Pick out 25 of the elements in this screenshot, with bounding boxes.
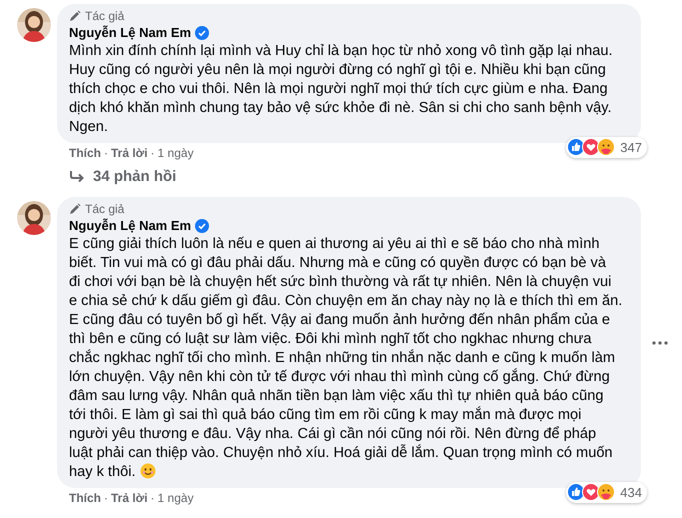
- view-replies-link[interactable]: 34 phản hồi: [69, 168, 176, 186]
- comment-action-link[interactable]: Trả lời: [111, 145, 148, 161]
- author-badge-label: Tác giả: [85, 201, 124, 217]
- separator-dot: ·: [150, 490, 155, 506]
- reply-arrow-icon: [69, 170, 85, 184]
- pen-icon: [69, 10, 81, 22]
- pen-icon: [69, 203, 81, 215]
- author-name[interactable]: Nguyễn Lệ Nam Em: [69, 217, 192, 235]
- separator-dot: ·: [104, 490, 108, 506]
- avatar[interactable]: [17, 8, 51, 42]
- author-badge-label: Tác giả: [85, 8, 124, 24]
- reaction-summary[interactable]: 434: [566, 482, 647, 503]
- separator-dot: ·: [150, 145, 155, 161]
- author-name[interactable]: Nguyễn Lệ Nam Em: [69, 24, 192, 42]
- separator-dot: ·: [104, 145, 108, 161]
- comment-action-link[interactable]: Trả lời: [111, 490, 148, 506]
- comment-text: E cũng giải thích luôn là nếu e quen ai thương ai yêu ai thì e sẽ báo cho nhà mình biết. Tin vui mà có gì đâu phải dấu. Nhưng mà e cũng có quyền được có bạn bè và đi chơi với bạn bè là chuyện hết sức bình thường và rất tự nhiên. Nên là chuyện vui e chia sẻ chứ k dấu giếm gì đâu. Còn chuyện em ăn chay này nọ là e thích thì em ăn. E cũng đâu có tuyên bố gì hết. Vậy ai đang muốn ảnh hưởng đến nhân phẩm của e thì bên e cũng có luật sư làm việc. Đôi khi mình nghĩ tốt cho ngkhac nhưng chưa chắc ngkhac nghĩ tối cho mình. E nhận những tin nhắn nặc danh e cũng k muốn làm lớn chuyện. Vậy nên khi còn tử tế được với nhau thì mình cùng cố gắng. Chứ đừng đâm sau lưng vậy. Nhân quả nhãn tiền bạn làm việc xấu thì tự nhiên quả báo cũng tới thôi. E làm gì sai thì quả báo cũng tìm em rồi cũng k may mắn mà được mọi người yêu thương e đâu. Vậy nha. Cái gì cần nói cũng nói rồi. Nên đừng để pháp luật phải can thiệp vào. Chuyện nhỏ xíu. Hoá giải dễ lắm. Quan trọng mình có muốn hay k thôi.: [69, 235, 622, 482]
- comment-action-link[interactable]: Thích: [69, 145, 101, 161]
- comment-text: Mình xin đính chính lại mình và Huy chỉ là bạn học từ nhỏ xong vô tình gặp lại nhau. Huy cũng có người yêu nên là mọi người đừng có nghĩ gì tội e. Nhiều khi bạn cũng thích chọc e cho vui thôi. Nên là mọi người nghĩ mọi thứ tích cực giùm e nha. Đang dịch khó khăn mình chung tay bảo vệ sức khỏe đi nè. Sân si chi cho sanh bệnh vậy. Ngen.: [69, 42, 613, 137]
- avatar[interactable]: [17, 201, 51, 235]
- comment-time[interactable]: 1 ngày: [158, 145, 194, 161]
- comment-action-link[interactable]: Thích: [69, 490, 101, 506]
- comment-time[interactable]: 1 ngày: [158, 490, 194, 506]
- reaction-summary[interactable]: 347: [566, 136, 647, 158]
- more-icon[interactable]: [652, 340, 668, 344]
